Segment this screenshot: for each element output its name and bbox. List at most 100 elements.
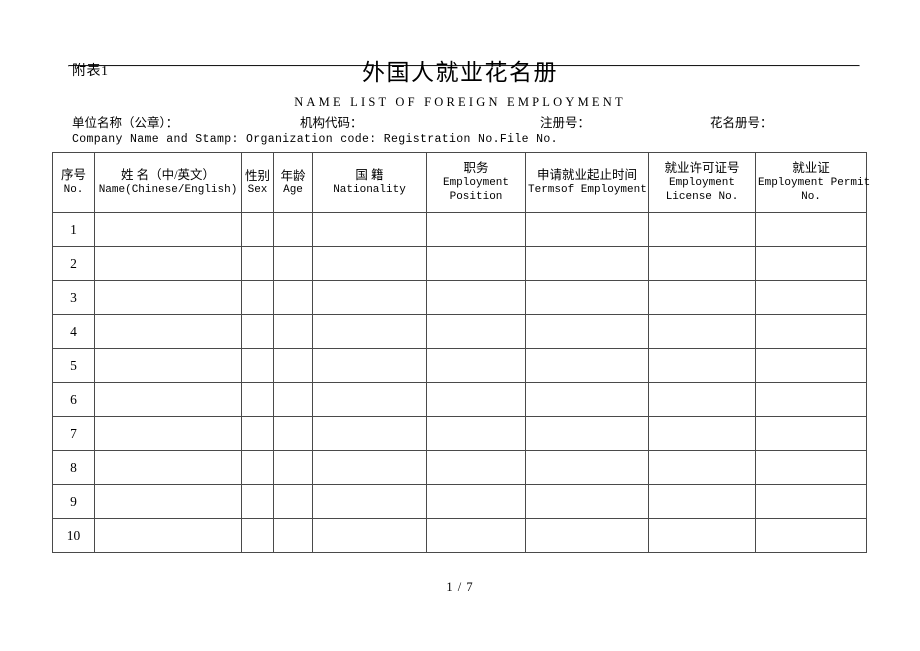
cell-age[interactable] xyxy=(273,212,313,247)
cell-nationality[interactable] xyxy=(312,348,427,383)
cell-terms[interactable] xyxy=(525,246,649,281)
cell-permit-no[interactable] xyxy=(755,416,867,451)
cell-permit-no[interactable] xyxy=(755,314,867,349)
cell-sex[interactable] xyxy=(241,280,274,315)
cell-terms[interactable] xyxy=(525,416,649,451)
cell-sex[interactable] xyxy=(241,246,274,281)
cell-position[interactable] xyxy=(426,416,526,451)
cell-age[interactable] xyxy=(273,246,313,281)
cell-sex[interactable] xyxy=(241,382,274,417)
column-header-position-cn: 职务 xyxy=(463,161,489,175)
cell-age[interactable] xyxy=(273,382,313,417)
cell-age[interactable] xyxy=(273,484,313,519)
cell-nationality[interactable] xyxy=(312,382,427,417)
cell-permit-no[interactable] xyxy=(755,348,867,383)
cell-age[interactable] xyxy=(273,450,313,485)
cell-permit-no[interactable] xyxy=(755,382,867,417)
cell-position[interactable] xyxy=(426,212,526,247)
cell-name[interactable] xyxy=(94,246,242,281)
employment-roster-table: 序号 No. 姓 名（中/英文） Name(Chinese/English) 性… xyxy=(52,152,870,553)
cell-nationality[interactable] xyxy=(312,450,427,485)
cell-nationality[interactable] xyxy=(312,416,427,451)
cell-terms[interactable] xyxy=(525,212,649,247)
cell-index: 6 xyxy=(52,382,95,417)
cell-license-no[interactable] xyxy=(648,416,756,451)
cell-terms[interactable] xyxy=(525,484,649,519)
column-header-sex-cn: 性别 xyxy=(244,168,270,183)
cell-license-no[interactable] xyxy=(648,212,756,247)
column-header-index-en: No. xyxy=(63,184,84,196)
cell-permit-no[interactable] xyxy=(755,212,867,247)
table-row: 1 xyxy=(52,212,867,247)
cell-name[interactable] xyxy=(94,382,242,417)
cell-position[interactable] xyxy=(426,280,526,315)
cell-nationality[interactable] xyxy=(312,518,427,553)
cell-sex[interactable] xyxy=(241,484,274,519)
cell-index: 5 xyxy=(52,348,95,383)
cell-sex[interactable] xyxy=(241,348,274,383)
cell-name[interactable] xyxy=(94,348,242,383)
column-header-position-en: Employment xyxy=(442,177,509,189)
cell-position[interactable] xyxy=(426,382,526,417)
column-header-nationality-en: Nationality xyxy=(333,184,406,196)
cell-position[interactable] xyxy=(426,450,526,485)
cell-age[interactable] xyxy=(273,280,313,315)
cell-name[interactable] xyxy=(94,416,242,451)
table-row: 3 xyxy=(52,280,867,315)
column-header-position-en2: Position xyxy=(449,191,503,203)
cell-name[interactable] xyxy=(94,314,242,349)
form-field-label-row-english: Company Name and Stamp: Organization cod… xyxy=(72,133,558,146)
cell-age[interactable] xyxy=(273,416,313,451)
form-field-label-row: 单位名称（公章）： 机构代码： 注册号： 花名册号： xyxy=(72,114,862,132)
cell-age[interactable] xyxy=(273,348,313,383)
cell-license-no[interactable] xyxy=(648,518,756,553)
column-header-age: 年龄 Age xyxy=(273,152,313,213)
cell-terms[interactable] xyxy=(525,280,649,315)
cell-name[interactable] xyxy=(94,212,242,247)
cell-position[interactable] xyxy=(426,314,526,349)
label-organization-code: 机构代码： xyxy=(300,116,363,130)
column-header-license-no-cn: 就业许可证号 xyxy=(664,161,740,175)
cell-age[interactable] xyxy=(273,518,313,553)
cell-nationality[interactable] xyxy=(312,246,427,281)
cell-permit-no[interactable] xyxy=(755,450,867,485)
cell-position[interactable] xyxy=(426,246,526,281)
cell-sex[interactable] xyxy=(241,450,274,485)
cell-sex[interactable] xyxy=(241,212,274,247)
column-header-index: 序号 No. xyxy=(52,152,95,213)
cell-license-no[interactable] xyxy=(648,382,756,417)
cell-license-no[interactable] xyxy=(648,450,756,485)
cell-position[interactable] xyxy=(426,348,526,383)
cell-permit-no[interactable] xyxy=(755,518,867,553)
cell-name[interactable] xyxy=(94,450,242,485)
cell-license-no[interactable] xyxy=(648,280,756,315)
cell-license-no[interactable] xyxy=(648,314,756,349)
cell-name[interactable] xyxy=(94,518,242,553)
cell-terms[interactable] xyxy=(525,518,649,553)
cell-permit-no[interactable] xyxy=(755,280,867,315)
cell-name[interactable] xyxy=(94,484,242,519)
cell-permit-no[interactable] xyxy=(755,246,867,281)
table-row: 6 xyxy=(52,382,867,417)
cell-nationality[interactable] xyxy=(312,314,427,349)
cell-nationality[interactable] xyxy=(312,280,427,315)
cell-sex[interactable] xyxy=(241,314,274,349)
cell-license-no[interactable] xyxy=(648,246,756,281)
cell-nationality[interactable] xyxy=(312,484,427,519)
cell-terms[interactable] xyxy=(525,450,649,485)
cell-license-no[interactable] xyxy=(648,348,756,383)
cell-index: 10 xyxy=(52,518,95,553)
cell-name[interactable] xyxy=(94,280,242,315)
cell-nationality[interactable] xyxy=(312,212,427,247)
cell-age[interactable] xyxy=(273,314,313,349)
cell-position[interactable] xyxy=(426,518,526,553)
cell-terms[interactable] xyxy=(525,314,649,349)
cell-license-no[interactable] xyxy=(648,484,756,519)
cell-position[interactable] xyxy=(426,484,526,519)
cell-terms[interactable] xyxy=(525,382,649,417)
cell-sex[interactable] xyxy=(241,416,274,451)
cell-permit-no[interactable] xyxy=(755,484,867,519)
cell-sex[interactable] xyxy=(241,518,274,553)
cell-index: 9 xyxy=(52,484,95,519)
cell-terms[interactable] xyxy=(525,348,649,383)
